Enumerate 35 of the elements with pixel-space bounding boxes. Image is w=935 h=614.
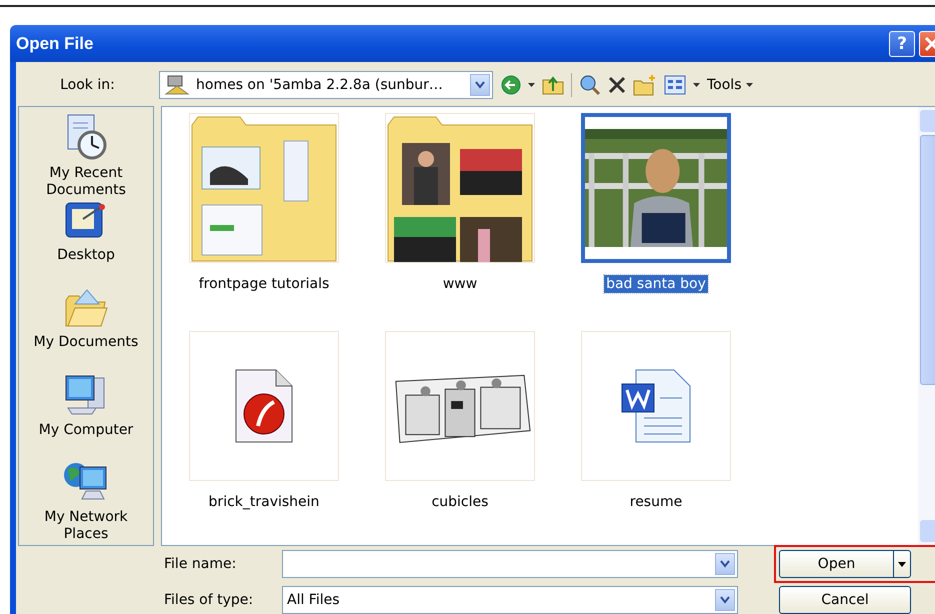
caret-icon[interactable]	[746, 82, 752, 88]
look-in-dropdown[interactable]: homes on '5amba 2.2.8a (sunbur…	[159, 71, 493, 99]
place-label[interactable]: Desktop	[57, 247, 115, 264]
help-button[interactable]: ?	[889, 30, 915, 56]
search-icon[interactable]	[579, 74, 601, 96]
file-name[interactable]: brick_travishein	[206, 493, 322, 511]
tools-menu[interactable]: Tools	[707, 77, 752, 93]
file-type-label: Files of type:	[164, 592, 254, 608]
window-title: Open File	[16, 34, 94, 54]
caret-icon[interactable]	[898, 562, 906, 566]
file-name[interactable]: resume	[628, 493, 684, 511]
open-split-button[interactable]: Open	[779, 550, 911, 578]
place-label[interactable]: My Computer	[38, 422, 134, 440]
folder-up-icon[interactable]	[542, 75, 564, 95]
caret-icon[interactable]	[528, 82, 535, 88]
file-name[interactable]: frontpage tutorials	[196, 275, 332, 293]
word-document-icon[interactable]	[620, 368, 692, 444]
flash-file-icon[interactable]	[234, 368, 294, 444]
new-folder-icon[interactable]	[633, 74, 657, 96]
view-menu-icon[interactable]	[664, 75, 686, 95]
caret-icon[interactable]	[693, 82, 700, 88]
look-in-label: Look in:	[59, 77, 116, 93]
place-label[interactable]: My Network Places	[21, 508, 151, 543]
delete-icon[interactable]	[608, 76, 626, 94]
place-label[interactable]: My Documents	[34, 334, 138, 351]
file-name[interactable]: bad santa boy	[604, 275, 708, 293]
back-icon[interactable]	[501, 75, 521, 95]
file-type-dropdown[interactable]: All Files	[282, 586, 738, 614]
file-name[interactable]: cubicles	[430, 493, 490, 511]
place-label[interactable]: My Recent Documents	[21, 165, 151, 199]
network-drive-icon	[164, 74, 190, 96]
file-name[interactable]: www	[440, 275, 480, 293]
file-name-label: File name:	[164, 556, 238, 572]
cancel-button[interactable]: Cancel	[779, 586, 911, 614]
file-name-field[interactable]	[282, 550, 738, 578]
